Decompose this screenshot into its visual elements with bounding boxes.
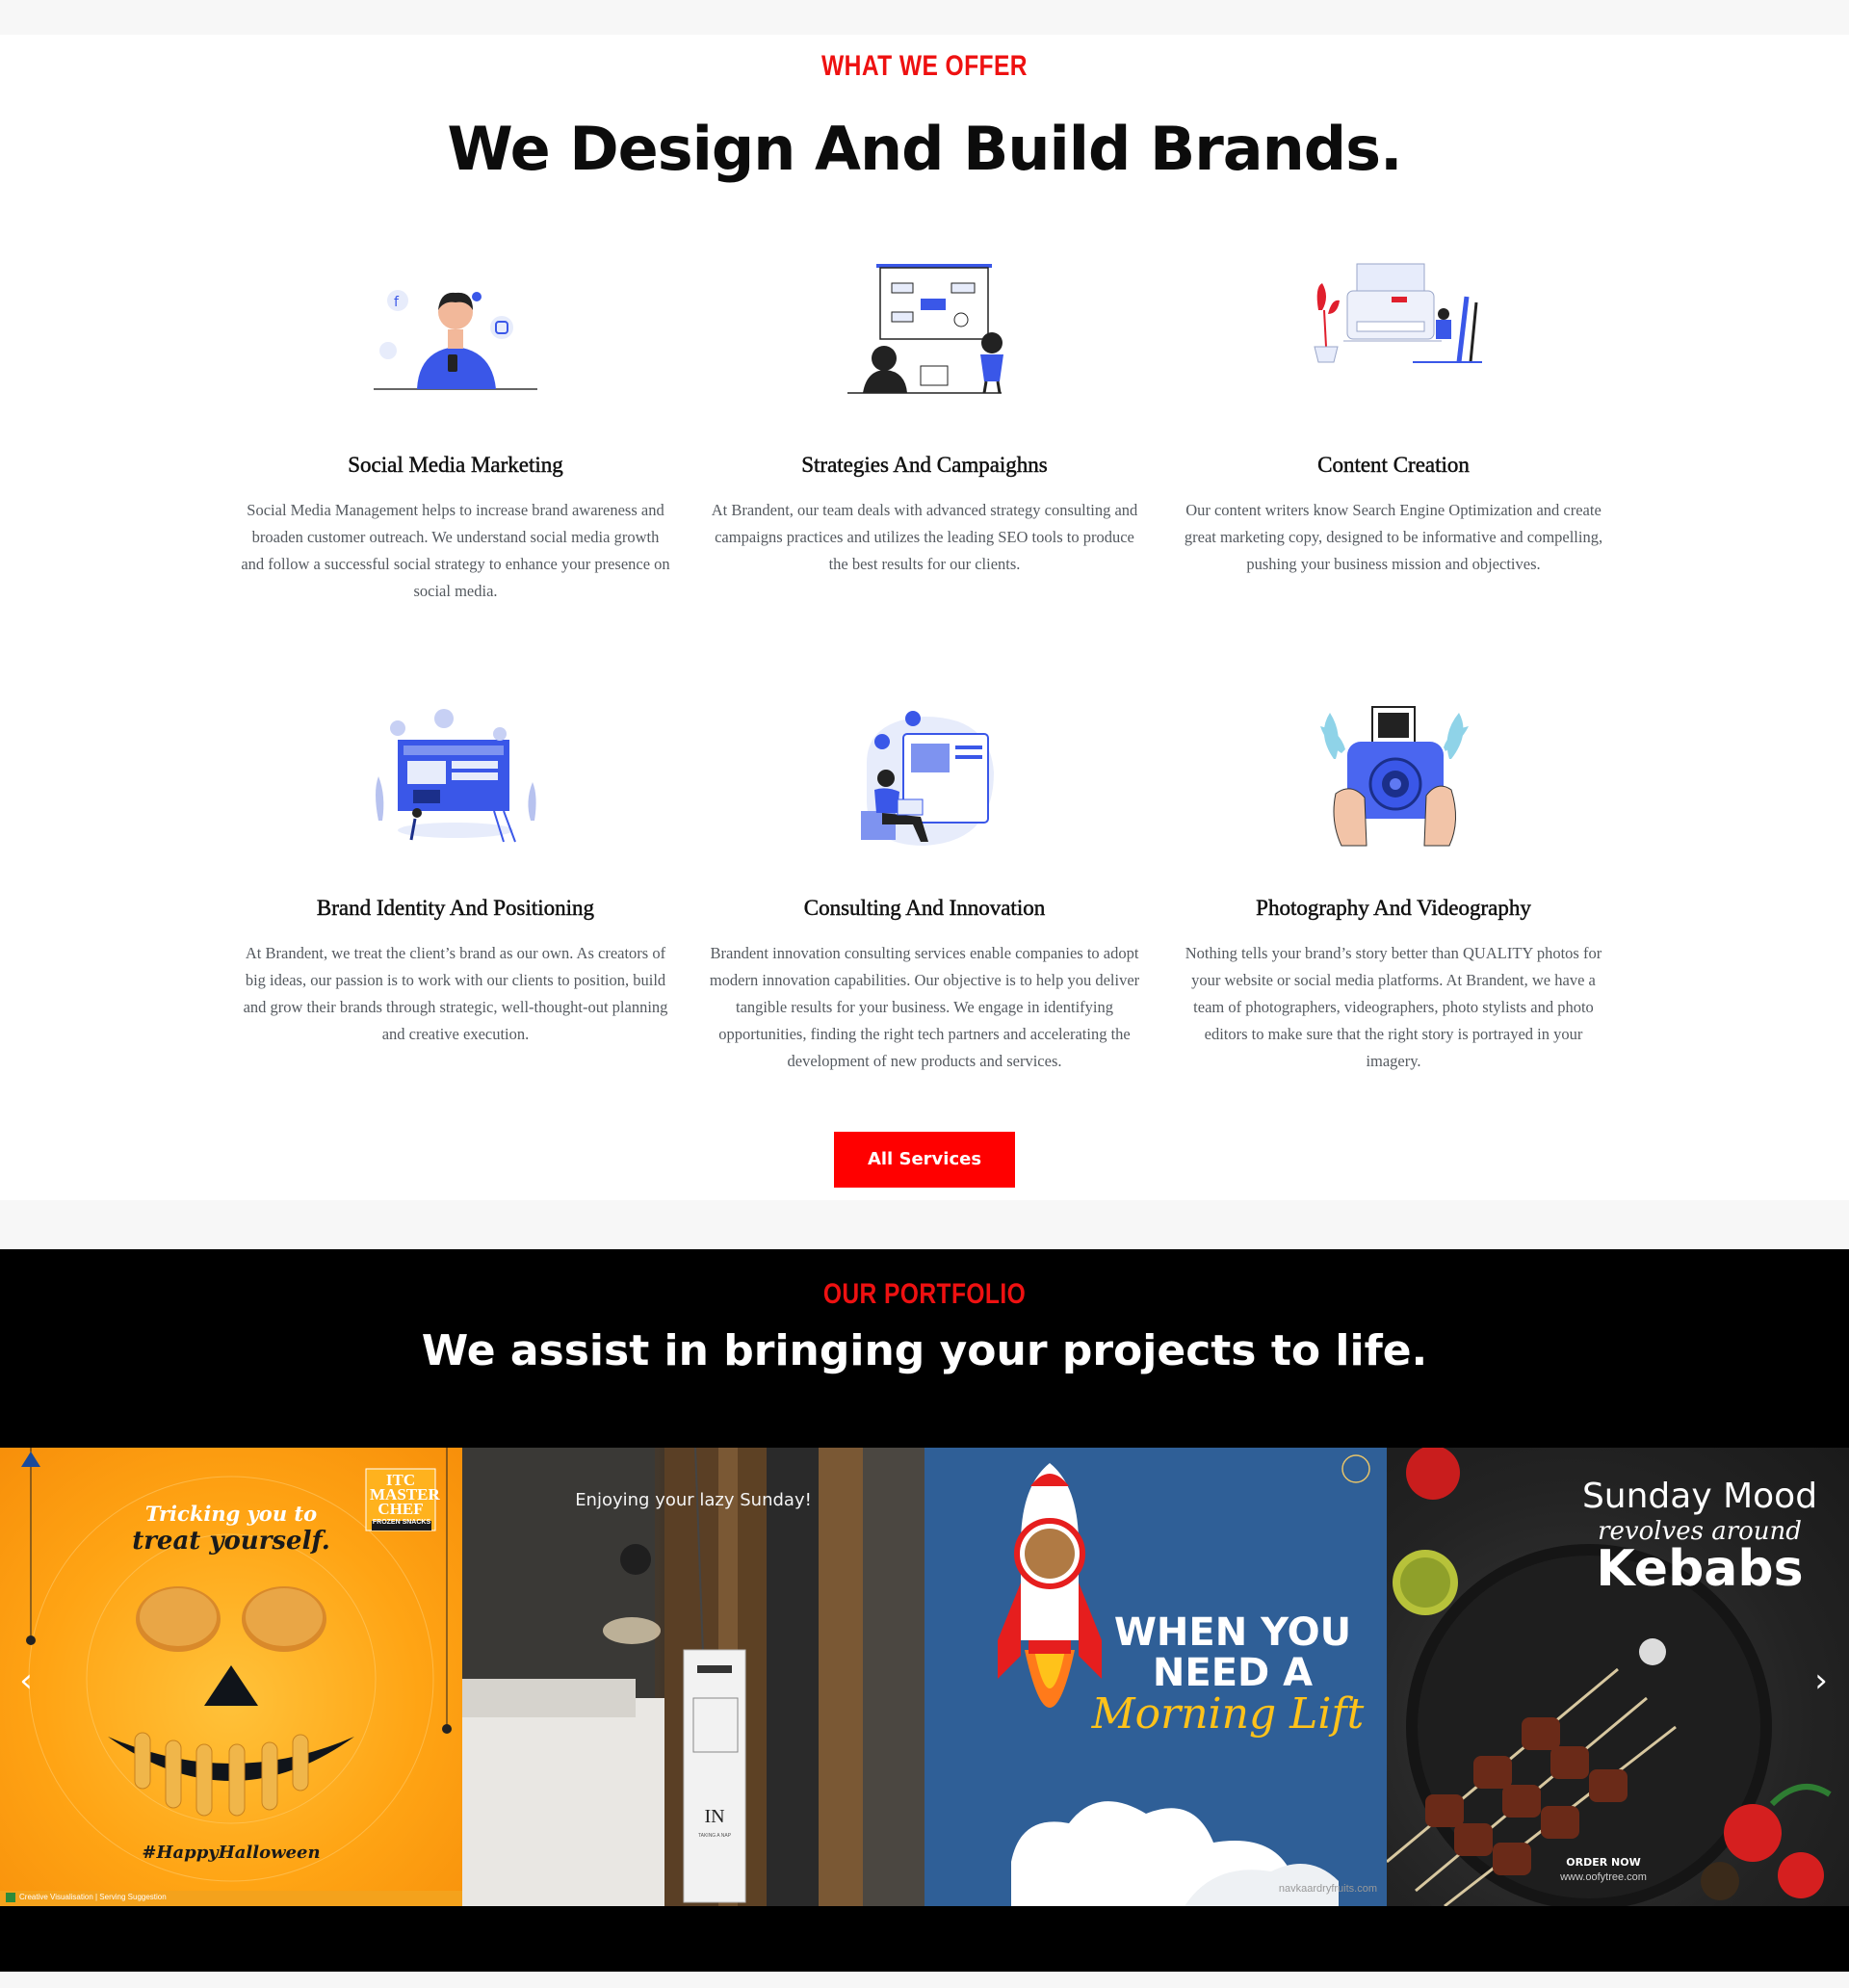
all-services-button[interactable]: All Services (834, 1132, 1015, 1188)
service-title: Brand Identity And Positioning (316, 896, 595, 921)
service-title: Content Creation (1317, 453, 1470, 478)
service-card-social-media: f Social Media Marketing Social Media Ma… (229, 262, 682, 647)
service-title: Photography And Videography (1256, 896, 1531, 921)
rocket-url: navkaardryfruits.com (1278, 1883, 1377, 1895)
door-tag-subtitle: TAKING A NAP (697, 1833, 732, 1839)
service-description: Brandent innovation consulting services … (709, 944, 1140, 1070)
service-card-content: Content Creation Our content writers kno… (1167, 262, 1620, 647)
halloween-line1: Tricking you to (144, 1502, 318, 1526)
portfolio-section: OUR PORTFOLIO We assist in bringing your… (0, 1249, 1849, 1972)
service-description: Nothing tells your brand’s story better … (1185, 944, 1602, 1070)
halloween-hashtag: #HappyHalloween (142, 1843, 321, 1863)
services-section: WHAT WE OFFER We Design And Build Brands… (0, 35, 1849, 1200)
innovation-illustration (861, 711, 994, 846)
brand-identity-illustration (376, 709, 536, 843)
service-description: At Brandent, our team deals with advance… (711, 501, 1138, 573)
portfolio-slide-sunday[interactable]: Enjoying your lazy Sunday! IN TAKING A N… (462, 1448, 924, 1906)
service-card-brand-identity: Brand Identity And Positioning At Brande… (229, 705, 682, 1090)
service-title: Social Media Marketing (348, 453, 563, 478)
service-card-strategies: Strategies And Campaighns At Brandent, o… (698, 262, 1151, 647)
portfolio-slide-morning-lift[interactable]: WHEN YOU NEED A Morning Lift navkaardryf… (924, 1448, 1387, 1906)
service-card-innovation: Consulting And Innovation Brandent innov… (698, 705, 1151, 1090)
kebab-url: www.oofytree.com (1560, 1871, 1647, 1883)
rocket-script: Morning Lift (1091, 1689, 1365, 1739)
itc-logo-sub: FROZEN SNACKS (372, 1519, 431, 1526)
service-description: Our content writers know Search Engine O… (1184, 501, 1603, 573)
kebab-cta: ORDER NOW (1566, 1856, 1641, 1869)
portfolio-slide-halloween[interactable]: ITC MASTER CHEF FROZEN SNACKS Tricking y… (0, 1448, 462, 1906)
section-gap (0, 1200, 1849, 1249)
bottom-strip (0, 1972, 1849, 1988)
kebab-line3: Kebabs (1596, 1540, 1804, 1598)
chevron-left-icon[interactable]: ‹ (12, 1661, 40, 1700)
content-creation-illustration (1314, 263, 1482, 363)
chevron-right-icon[interactable]: › (1807, 1661, 1836, 1700)
service-description: At Brandent, we treat the client’s brand… (243, 944, 668, 1043)
service-description: Social Media Management helps to increas… (241, 501, 670, 600)
portfolio-eyebrow: OUR PORTFOLIO (822, 1278, 1027, 1310)
kebab-line1: Sunday Mood (1581, 1477, 1818, 1516)
portfolio-title: We assist in bringing your projects to l… (421, 1326, 1428, 1375)
service-card-photography: Photography And Videography Nothing tell… (1167, 705, 1620, 1090)
social-media-illustration: f (374, 290, 537, 390)
halloween-line2: treat yourself. (132, 1527, 330, 1556)
section-eyebrow: WHAT WE OFFER (821, 50, 1028, 82)
strategy-illustration (847, 264, 1003, 394)
itc-logo: ITC MASTER CHEF (370, 1471, 440, 1518)
rocket-line2: NEED A (1152, 1651, 1314, 1695)
rocket-line1: WHEN YOU (1113, 1610, 1352, 1655)
portfolio-slide-kebabs[interactable]: Sunday Mood revolves around Kebabs ORDER… (1387, 1448, 1849, 1906)
section-title: We Design And Build Brands. (447, 114, 1402, 184)
service-title: Consulting And Innovation (803, 896, 1046, 921)
top-strip (0, 0, 1849, 35)
halloween-footer: Creative Visualisation | Serving Suggest… (19, 1893, 167, 1901)
camera-illustration (1320, 706, 1469, 847)
door-tag-title: IN (704, 1806, 725, 1827)
service-title: Strategies And Campaighns (801, 453, 1048, 478)
sunday-caption: Enjoying your lazy Sunday! (575, 1490, 812, 1510)
